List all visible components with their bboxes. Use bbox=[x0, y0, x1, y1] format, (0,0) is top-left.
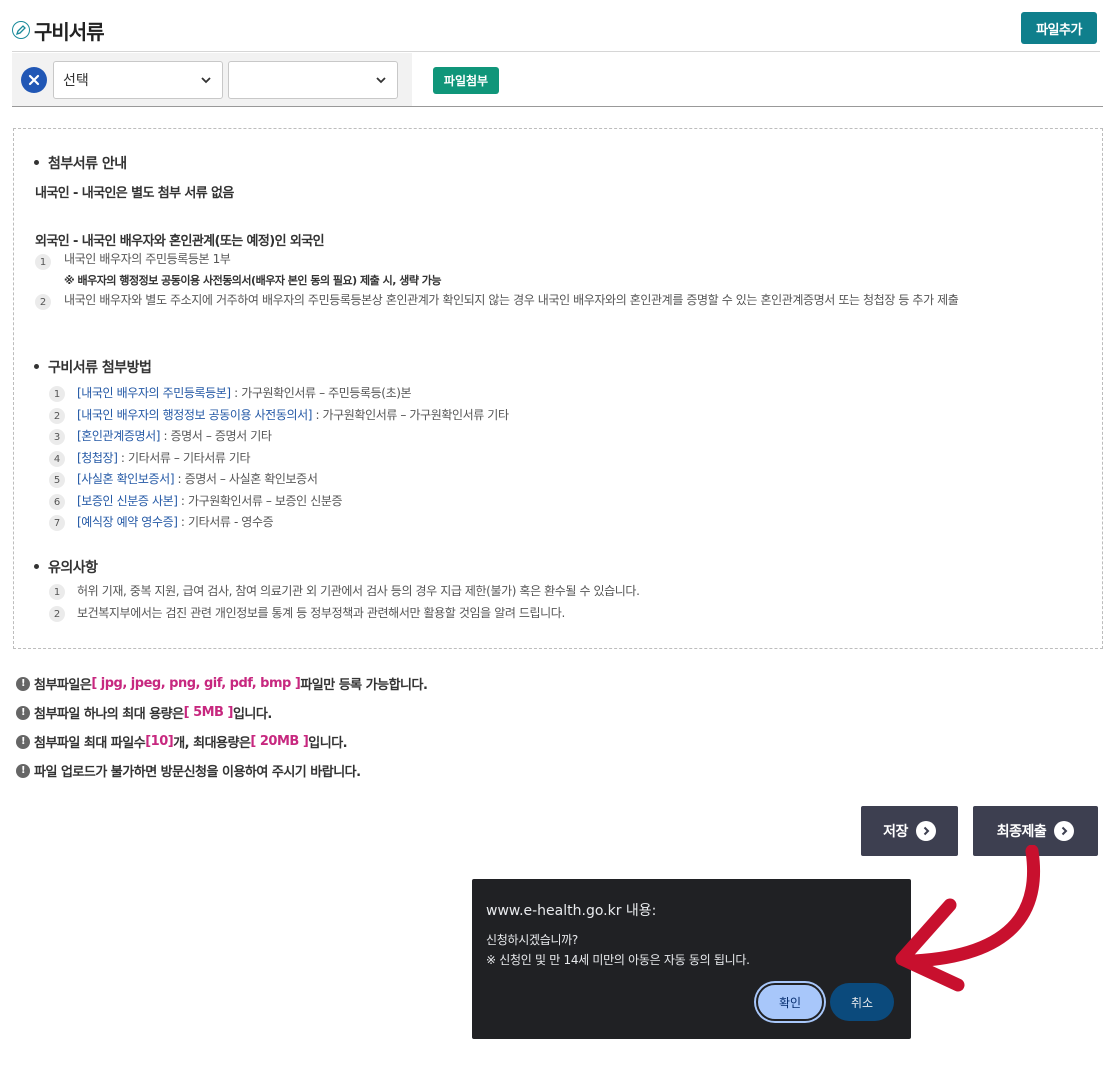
caution-item: 보건복지부에서는 검진 관련 개인정보를 통계 등 정부정책과 관련해서만 활용… bbox=[77, 606, 565, 620]
method-item: [보증인 신분증 사본] : 가구원확인서류 – 보증인 신분증 bbox=[77, 491, 343, 511]
method-item-text: : 기타서류 - 영수증 bbox=[177, 515, 274, 529]
notice-text: 첨부파일 최대 파일수 bbox=[34, 736, 146, 751]
exclamation-icon: ! bbox=[16, 734, 30, 749]
method-item-text: : 가구원확인서류 – 주민등록등(초)본 bbox=[230, 386, 412, 400]
item-number: 3 bbox=[49, 429, 65, 445]
item-number: 4 bbox=[49, 451, 65, 467]
chevron-right-icon bbox=[1054, 821, 1075, 841]
exclamation-icon: ! bbox=[16, 705, 30, 720]
annotation-arrow-icon bbox=[895, 845, 1041, 992]
notice-line: ! 첨부파일 최대 파일수 [10] 개, 최대용량은 [ 20MB ] 입니다… bbox=[16, 732, 348, 751]
button-label: 최종제출 bbox=[996, 824, 1047, 840]
pencil-icon bbox=[12, 21, 30, 39]
chevron-down-icon bbox=[376, 77, 386, 84]
remove-file-button[interactable] bbox=[21, 67, 47, 93]
info-box: 첨부서류 안내 내국인 - 내국인은 별도 첨부 서류 없음 외국인 - 내국인… bbox=[13, 128, 1103, 649]
bullet bbox=[34, 159, 39, 165]
section-title: 첨부서류 안내 bbox=[34, 153, 127, 173]
notice-text: 개, 최대용량은 bbox=[173, 736, 251, 751]
foreign-note: 외국인 - 내국인 배우자와 혼인관계(또는 예정)인 외국인 bbox=[35, 234, 325, 249]
caution-item: 허위 기재, 중복 지원, 급여 검사, 참여 의료기관 외 기관에서 검사 등… bbox=[77, 584, 640, 598]
dialog-message-line: ※ 신청인 및 만 14세 미만의 아동은 자동 동의 됩니다. bbox=[486, 953, 750, 967]
bullet bbox=[34, 363, 39, 369]
notice-highlight: [ 5MB ] bbox=[183, 705, 234, 720]
attach-file-button[interactable]: 파일첨부 bbox=[433, 67, 499, 94]
item-number: 5 bbox=[49, 472, 65, 488]
method-item-text: : 기타서류 – 기타서류 기타 bbox=[117, 451, 251, 465]
method-item-link[interactable]: [예식장 예약 영수증] bbox=[77, 515, 178, 529]
method-item-text: : 증명서 – 증명서 기타 bbox=[160, 429, 272, 443]
document-category-select[interactable]: 선택 bbox=[53, 61, 223, 99]
item-number: 1 bbox=[35, 254, 51, 270]
section-title-text: 첨부서류 안내 bbox=[48, 156, 127, 172]
notice-text: 입니다. bbox=[308, 736, 348, 751]
notice-highlight: [ jpg, jpeg, png, gif, pdf, bmp ] bbox=[91, 676, 301, 691]
method-item-link[interactable]: [내국인 배우자의 주민등록등본] bbox=[77, 386, 231, 400]
item-number: 2 bbox=[35, 294, 51, 310]
notice-text: 입니다. bbox=[232, 707, 272, 722]
section-title: 유의사항 bbox=[34, 557, 98, 577]
dialog-ok-button[interactable]: 확인 bbox=[756, 983, 824, 1021]
button-label: 저장 bbox=[883, 824, 908, 840]
method-item: [사실혼 확인보증서] : 증명서 – 사실혼 확인보증서 bbox=[77, 469, 318, 489]
method-item-text: : 가구원확인서류 – 보증인 신분증 bbox=[177, 494, 343, 508]
notice-text: 파일만 등록 가능합니다. bbox=[300, 678, 428, 693]
page-title: 구비서류 bbox=[34, 20, 105, 44]
chevron-right-icon bbox=[915, 821, 936, 841]
method-item-link[interactable]: [보증인 신분증 사본] bbox=[77, 494, 178, 508]
method-item: [내국인 배우자의 주민등록등본] : 가구원확인서류 – 주민등록등(초)본 bbox=[77, 383, 412, 403]
method-item-link[interactable]: [청첩장] bbox=[77, 451, 118, 465]
confirm-dialog: www.e-health.go.kr 내용: 신청하시겠습니까? ※ 신청인 및… bbox=[472, 879, 911, 1039]
notice-line: ! 첨부파일 하나의 최대 용량은 [ 5MB ] 입니다. bbox=[16, 703, 272, 722]
notice-text: 파일 업로드가 불가하면 방문신청을 이용하여 주시기 바랍니다. bbox=[34, 765, 361, 780]
method-item-text: : 가구원확인서류 – 가구원확인서류 기타 bbox=[312, 408, 509, 422]
dialog-message-line: 신청하시겠습니까? bbox=[486, 933, 578, 947]
chevron-down-icon bbox=[201, 77, 211, 84]
select-value: 선택 bbox=[63, 73, 89, 89]
file-upload-row: 선택 파일첨부 bbox=[12, 53, 1103, 107]
notice-line: ! 첨부파일은 [ jpg, jpeg, png, gif, pdf, bmp … bbox=[16, 674, 428, 693]
method-item-text: : 증명서 – 사실혼 확인보증서 bbox=[174, 472, 318, 486]
exclamation-icon: ! bbox=[16, 676, 30, 691]
method-item-link[interactable]: [내국인 배우자의 행정정보 공동이용 사전동의서] bbox=[77, 408, 312, 422]
guide-note: ※ 배우자의 행정정보 공동이용 사전동의서(배우자 본인 동의 필요) 제출 … bbox=[64, 274, 442, 287]
notice-text: 첨부파일은 bbox=[34, 678, 92, 693]
close-icon bbox=[28, 74, 40, 86]
section-header: 구비서류 파일추가 bbox=[12, 10, 1100, 52]
section-title: 구비서류 첨부방법 bbox=[34, 357, 152, 377]
method-item-link[interactable]: [혼인관계증명서] bbox=[77, 429, 160, 443]
add-file-button[interactable]: 파일추가 bbox=[1021, 12, 1097, 44]
item-number: 2 bbox=[49, 606, 65, 622]
notice-highlight: [10] bbox=[145, 734, 174, 749]
guide-item: 내국인 배우자의 주민등록등본 1부 bbox=[64, 252, 231, 266]
section-title-text: 유의사항 bbox=[48, 560, 98, 576]
section-title-text: 구비서류 첨부방법 bbox=[48, 360, 152, 376]
item-number: 1 bbox=[49, 386, 65, 402]
notice-text: 첨부파일 하나의 최대 용량은 bbox=[34, 707, 184, 722]
notice-line: ! 파일 업로드가 불가하면 방문신청을 이용하여 주시기 바랍니다. bbox=[16, 761, 361, 780]
guide-item: 내국인 배우자와 별도 주소지에 거주하여 배우자의 주민등록등본상 혼인관계가… bbox=[64, 293, 959, 307]
method-item: [내국인 배우자의 행정정보 공동이용 사전동의서] : 가구원확인서류 – 가… bbox=[77, 405, 509, 425]
method-item: [혼인관계증명서] : 증명서 – 증명서 기타 bbox=[77, 426, 272, 446]
method-item: [청첩장] : 기타서류 – 기타서류 기타 bbox=[77, 448, 251, 468]
notice-highlight: [ 20MB ] bbox=[250, 734, 309, 749]
item-number: 7 bbox=[49, 515, 65, 531]
dialog-title: www.e-health.go.kr 내용: bbox=[486, 903, 657, 919]
method-item-link[interactable]: [사실혼 확인보증서] bbox=[77, 472, 175, 486]
item-number: 6 bbox=[49, 494, 65, 510]
method-item: [예식장 예약 영수증] : 기타서류 - 영수증 bbox=[77, 512, 274, 532]
domestic-note: 내국인 - 내국인은 별도 첨부 서류 없음 bbox=[35, 186, 234, 201]
item-number: 1 bbox=[49, 584, 65, 600]
dialog-message: 신청하시겠습니까? ※ 신청인 및 만 14세 미만의 아동은 자동 동의 됩니… bbox=[486, 930, 750, 970]
item-number: 2 bbox=[49, 408, 65, 424]
exclamation-icon: ! bbox=[16, 763, 30, 778]
document-type-select[interactable] bbox=[228, 61, 398, 99]
bullet bbox=[34, 563, 39, 569]
